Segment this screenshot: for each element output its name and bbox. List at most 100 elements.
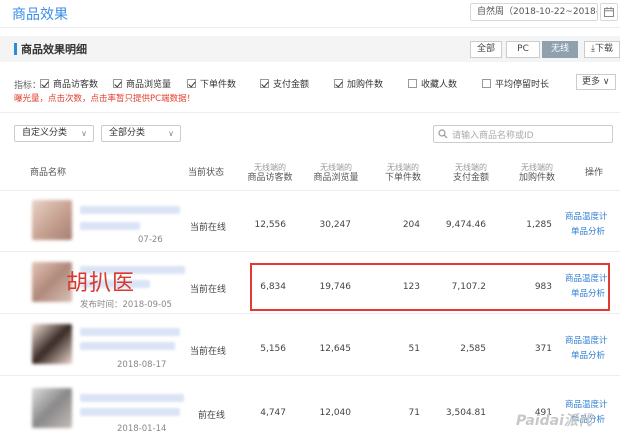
more-label: 更多 xyxy=(582,77,601,87)
publish-time: 2018-08-17 xyxy=(117,360,167,370)
col-header-action: 操作 xyxy=(585,168,604,178)
checkbox-checked[interactable] xyxy=(187,79,196,88)
search-icon xyxy=(438,129,448,139)
single-analysis-link[interactable]: 单品分析 xyxy=(571,349,605,361)
calendar-button[interactable] xyxy=(600,3,618,21)
chevron-down-icon: ∨ xyxy=(602,77,610,87)
table-row: 07-26 当前在线 12,556 30,247 204 9,474.46 1,… xyxy=(0,192,620,252)
metric-avg-stay[interactable]: 平均停留时长 xyxy=(482,77,549,90)
checkbox-checked[interactable] xyxy=(260,79,269,88)
tab-all[interactable]: 全部 xyxy=(470,41,502,58)
metric-views[interactable]: 商品浏览量 xyxy=(113,77,171,90)
cell-orders: 71 xyxy=(408,408,420,418)
col-header-main: 下单件数 xyxy=(384,173,421,183)
table-row: 2018-08-17 当前在线 5,156 12,645 51 2,585 37… xyxy=(0,316,620,376)
metric-carts[interactable]: 加购件数 xyxy=(334,77,383,90)
watermark: Paidai派代 xyxy=(516,413,592,429)
col-header-sub: 无线端的 xyxy=(254,163,286,172)
single-analysis-link[interactable]: 单品分析 xyxy=(571,225,605,237)
temperature-link[interactable]: 商品温度计 xyxy=(565,398,608,410)
col-header-visitors[interactable]: 无线端的 商品访客数 xyxy=(246,162,294,184)
metric-label: 下单件数 xyxy=(200,80,237,90)
publish-time: 07-26 xyxy=(138,235,163,245)
chevron-down-icon: ∨ xyxy=(168,129,174,138)
col-header-main: 商品浏览量 xyxy=(313,173,359,183)
product-title-blurred[interactable] xyxy=(80,394,184,402)
checkbox-checked[interactable] xyxy=(113,79,122,88)
cell-payment: 2,585 xyxy=(460,344,486,354)
col-header-sub: 无线端的 xyxy=(521,163,553,172)
cell-views: 12,040 xyxy=(319,408,352,418)
col-header-views[interactable]: 无线端的 商品浏览量 xyxy=(312,162,360,184)
col-header-main: 加购件数 xyxy=(518,173,555,183)
metric-favorites[interactable]: 收藏人数 xyxy=(408,77,457,90)
cell-visitors: 5,156 xyxy=(260,344,286,354)
product-thumbnail[interactable] xyxy=(32,324,72,364)
metric-label: 加购件数 xyxy=(347,80,384,90)
metric-orders[interactable]: 下单件数 xyxy=(187,77,236,90)
checkbox-unchecked[interactable] xyxy=(482,79,491,88)
col-header-sub: 无线端的 xyxy=(387,163,419,172)
all-category-select[interactable]: 全部分类 ∨ xyxy=(101,125,181,142)
metric-label: 收藏人数 xyxy=(421,80,458,90)
checkbox-unchecked[interactable] xyxy=(408,79,417,88)
select-value: 自定义分类 xyxy=(22,128,68,138)
cell-carts: 1,285 xyxy=(526,220,552,230)
download-button[interactable]: ⤓下载 xyxy=(584,41,620,58)
more-metrics-select[interactable]: 更多 ∨ xyxy=(576,74,616,90)
col-header-orders[interactable]: 无线端的 下单件数 xyxy=(383,162,423,184)
product-title-blurred[interactable] xyxy=(80,206,180,214)
status-text: 前在线 xyxy=(198,411,226,421)
metric-visitors[interactable]: 商品访客数 xyxy=(40,77,98,90)
cell-views: 12,645 xyxy=(319,344,352,354)
checkbox-checked[interactable] xyxy=(334,79,343,88)
metric-label: 商品浏览量 xyxy=(126,80,172,90)
product-title-blurred[interactable] xyxy=(80,222,140,230)
section-accent-bar xyxy=(14,43,17,55)
status-text: 当前在线 xyxy=(190,223,227,233)
search-placeholder: 请输入商品名称或ID xyxy=(452,131,534,141)
col-header-carts[interactable]: 无线端的 加购件数 xyxy=(517,162,557,184)
cell-carts: 371 xyxy=(534,344,552,354)
product-title-blurred[interactable] xyxy=(80,408,180,416)
temperature-link[interactable]: 商品温度计 xyxy=(565,210,608,222)
cell-orders: 204 xyxy=(402,220,420,230)
col-header-main: 支付金额 xyxy=(452,173,489,183)
tab-wireless[interactable]: 无线 xyxy=(542,41,578,58)
product-thumbnail[interactable] xyxy=(32,388,72,428)
col-header-sub: 无线端的 xyxy=(320,163,352,172)
date-range-picker[interactable]: 自然周（2018-10-22~2018-10-28） xyxy=(470,3,598,21)
publish-time: 发布时间：2018-09-05 xyxy=(80,300,172,310)
metric-label: 平均停留时长 xyxy=(495,80,550,90)
col-header-status: 当前状态 xyxy=(188,168,225,178)
metric-payment[interactable]: 支付金额 xyxy=(260,77,309,90)
calendar-icon xyxy=(604,7,614,17)
tab-pc[interactable]: PC xyxy=(506,41,540,58)
temperature-link[interactable]: 商品温度计 xyxy=(565,334,608,346)
cell-payment: 9,474.46 xyxy=(445,220,486,230)
divider xyxy=(0,112,620,113)
annotation-text: 胡扒医 xyxy=(66,271,136,296)
col-header-name: 商品名称 xyxy=(30,168,67,178)
metric-label: 支付金额 xyxy=(273,80,310,90)
metrics-label: 指标： xyxy=(14,81,42,91)
status-text: 当前在线 xyxy=(190,285,227,295)
download-label: 下载 xyxy=(594,44,613,54)
publish-time: 2018-01-14 xyxy=(117,424,167,434)
cell-views: 30,247 xyxy=(319,220,352,230)
select-value: 全部分类 xyxy=(109,128,146,138)
product-title-blurred[interactable] xyxy=(80,342,175,350)
cell-visitors: 4,747 xyxy=(260,408,286,418)
status-text: 当前在线 xyxy=(190,347,227,357)
custom-category-select[interactable]: 自定义分类 ∨ xyxy=(14,125,94,142)
chevron-down-icon: ∨ xyxy=(81,129,87,138)
highlight-box xyxy=(250,263,610,311)
search-input[interactable]: 请输入商品名称或ID xyxy=(433,125,613,143)
checkbox-checked[interactable] xyxy=(40,79,49,88)
col-header-payment[interactable]: 无线端的 支付金额 xyxy=(451,162,491,184)
section-title: 商品效果明细 xyxy=(21,43,87,56)
table-row: 2018-01-14 前在线 4,747 12,040 71 3,504.81 … xyxy=(0,378,620,440)
cell-payment: 3,504.81 xyxy=(445,408,486,418)
product-title-blurred[interactable] xyxy=(80,328,180,336)
product-thumbnail[interactable] xyxy=(32,200,72,240)
